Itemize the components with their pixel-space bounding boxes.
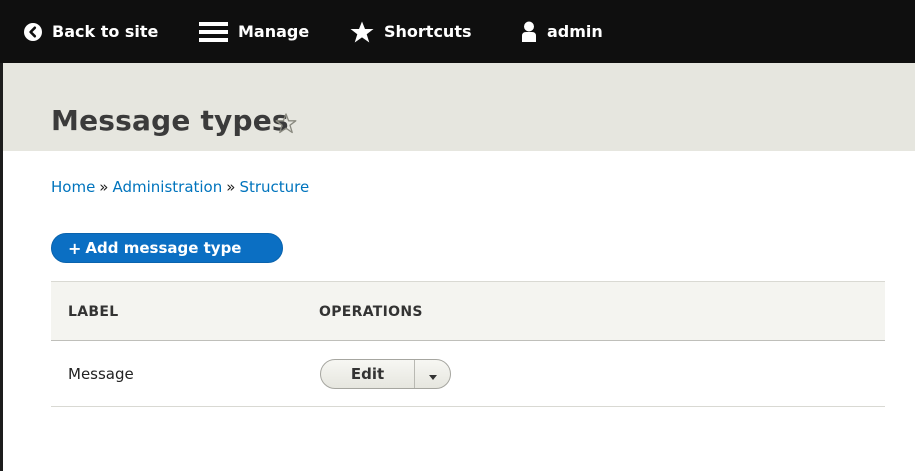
admin-toolbar: Back to site Manage Shortcuts admin	[0, 0, 915, 63]
column-header-label: LABEL	[68, 304, 119, 320]
shortcuts-label: Shortcuts	[384, 22, 472, 41]
user-account-menu[interactable]: admin	[521, 0, 603, 63]
breadcrumb-separator: »	[99, 178, 109, 196]
add-message-type-label: Add message type	[85, 239, 242, 257]
manage-tray-toggle[interactable]: Manage	[199, 0, 309, 63]
page-title: Message types	[51, 104, 289, 137]
table-header: LABEL OPERATIONS	[51, 281, 885, 341]
user-icon	[521, 21, 537, 43]
message-type-label: Message	[68, 365, 134, 383]
star-icon	[350, 21, 374, 43]
manage-label: Manage	[238, 22, 310, 41]
add-message-type-button[interactable]: + Add message type	[51, 233, 283, 263]
add-shortcut-star-icon[interactable]	[275, 113, 297, 138]
table-row: Message Edit	[51, 341, 885, 407]
plus-icon: +	[68, 238, 82, 258]
breadcrumb-home[interactable]: Home	[51, 178, 95, 196]
breadcrumb: Home» Administration» Structure	[51, 178, 309, 196]
breadcrumb-separator: »	[226, 178, 236, 196]
back-to-site-link[interactable]: Back to site	[24, 0, 158, 63]
edit-button[interactable]: Edit	[321, 360, 415, 388]
column-header-operations: OPERATIONS	[319, 304, 423, 320]
shortcuts-tray-toggle[interactable]: Shortcuts	[350, 0, 472, 63]
operations-dropbutton: Edit	[320, 359, 451, 389]
chevron-left-circle-icon	[24, 22, 42, 41]
breadcrumb-structure[interactable]: Structure	[239, 178, 309, 196]
breadcrumb-administration[interactable]: Administration	[112, 178, 222, 196]
caret-down-icon	[428, 365, 437, 384]
operations-dropdown-toggle[interactable]	[415, 360, 450, 388]
back-to-site-label: Back to site	[52, 22, 159, 41]
user-name-label: admin	[547, 22, 603, 41]
hamburger-menu-icon	[199, 21, 228, 43]
